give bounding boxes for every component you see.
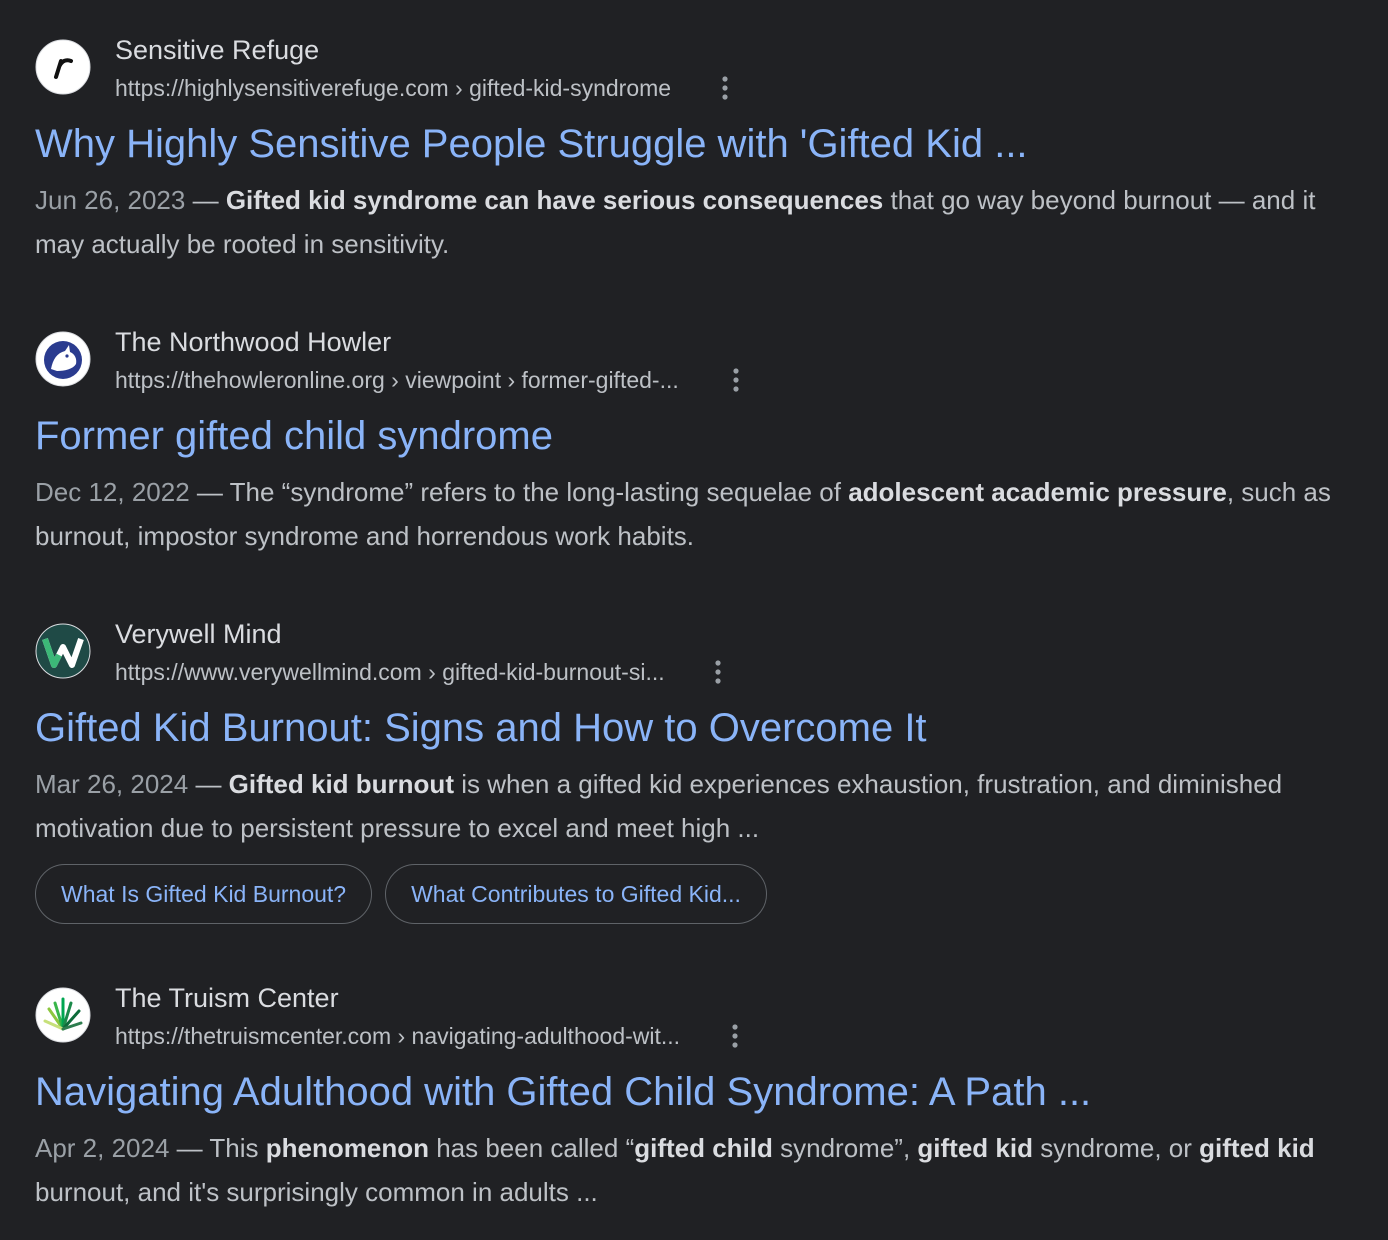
search-result: The Northwood Howler https://thehowleron… bbox=[35, 326, 1355, 558]
more-options-icon[interactable] bbox=[715, 72, 735, 104]
result-date: Mar 26, 2024 bbox=[35, 769, 189, 799]
result-source[interactable]: The Truism Center https://thetruismcente… bbox=[35, 982, 1355, 1054]
more-options-icon[interactable] bbox=[708, 656, 728, 688]
site-name: Verywell Mind bbox=[115, 619, 282, 649]
search-result: The Truism Center https://thetruismcente… bbox=[35, 982, 1355, 1214]
result-source[interactable]: The Northwood Howler https://thehowleron… bbox=[35, 326, 1355, 398]
result-title-link[interactable]: Navigating Adulthood with Gifted Child S… bbox=[35, 1068, 1355, 1116]
search-result: Sensitive Refuge https://highlysensitive… bbox=[35, 34, 1355, 266]
sitelink-chip[interactable]: What Is Gifted Kid Burnout? bbox=[35, 864, 373, 924]
result-title-link[interactable]: Why Highly Sensitive People Struggle wit… bbox=[35, 120, 1355, 168]
site-url: https://thetruismcenter.com › navigating… bbox=[115, 1023, 681, 1049]
result-snippet: Apr 2, 2024 — This phenomenon has been c… bbox=[35, 1133, 1315, 1207]
result-snippet: Mar 26, 2024 — Gifted kid burnout is whe… bbox=[35, 769, 1283, 843]
result-date: Jun 26, 2023 bbox=[35, 185, 186, 215]
sensitive-refuge-logo-icon bbox=[35, 39, 91, 95]
result-date: Apr 2, 2024 bbox=[35, 1133, 170, 1163]
site-url: https://www.verywellmind.com › gifted-ki… bbox=[115, 659, 665, 685]
result-snippet: Dec 12, 2022 — The “syndrome” refers to … bbox=[35, 477, 1331, 551]
result-source[interactable]: Verywell Mind https://www.verywellmind.c… bbox=[35, 618, 1355, 690]
result-snippet: Jun 26, 2023 — Gifted kid syndrome can h… bbox=[35, 185, 1316, 259]
truism-plant-logo-icon bbox=[35, 987, 91, 1043]
sitelink-chips: What Is Gifted Kid Burnout? What Contrib… bbox=[35, 864, 1355, 924]
site-url: https://thehowleronline.org › viewpoint … bbox=[115, 367, 679, 393]
sitelink-chip[interactable]: What Contributes to Gifted Kid... bbox=[385, 864, 767, 924]
search-result: Verywell Mind https://www.verywellmind.c… bbox=[35, 618, 1355, 924]
search-results: Sensitive Refuge https://highlysensitive… bbox=[0, 0, 1388, 1240]
verywell-w-logo-icon bbox=[35, 623, 91, 679]
result-title-link[interactable]: Former gifted child syndrome bbox=[35, 412, 1355, 460]
more-options-icon[interactable] bbox=[725, 1020, 745, 1052]
howler-wolf-logo-icon bbox=[35, 331, 91, 387]
site-name: The Northwood Howler bbox=[115, 327, 392, 357]
more-options-icon[interactable] bbox=[726, 364, 746, 396]
result-title-link[interactable]: Gifted Kid Burnout: Signs and How to Ove… bbox=[35, 704, 1355, 752]
site-name: Sensitive Refuge bbox=[115, 35, 320, 65]
result-date: Dec 12, 2022 bbox=[35, 477, 190, 507]
result-source[interactable]: Sensitive Refuge https://highlysensitive… bbox=[35, 34, 1355, 106]
site-url: https://highlysensitiverefuge.com › gift… bbox=[115, 75, 672, 101]
site-name: The Truism Center bbox=[115, 983, 339, 1013]
